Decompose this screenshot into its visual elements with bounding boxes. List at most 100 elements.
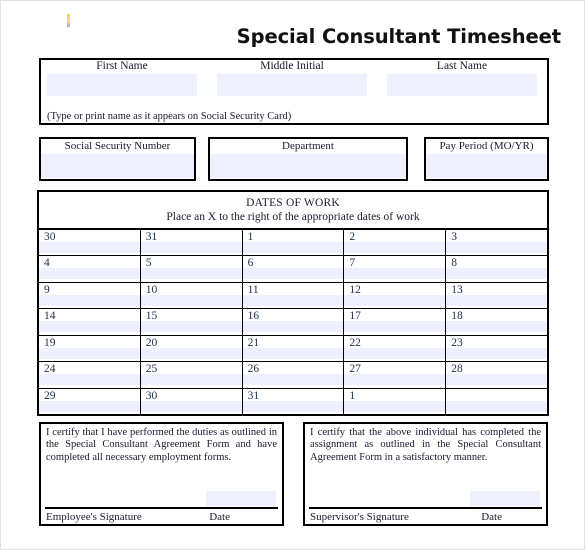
date-mark-input[interactable] bbox=[344, 242, 446, 253]
date-mark-input[interactable] bbox=[140, 242, 242, 253]
dates-grid-row: 24 25 26 27 28 bbox=[39, 362, 547, 389]
supervisor-signature-rule bbox=[309, 507, 542, 509]
date-mark-input[interactable] bbox=[344, 374, 446, 386]
dates-grid-cell[interactable]: 10 bbox=[140, 282, 243, 309]
dates-grid-row: 29 30 31 1 bbox=[39, 388, 547, 414]
employee-signature-rule bbox=[45, 507, 278, 509]
social-security-number-label: Social Security Number bbox=[64, 140, 171, 152]
date-mark-input[interactable] bbox=[242, 268, 344, 280]
date-mark-input[interactable] bbox=[39, 321, 140, 333]
date-mark-input[interactable] bbox=[446, 347, 547, 359]
dates-grid-cell[interactable]: 26 bbox=[242, 362, 345, 388]
first-name-input[interactable] bbox=[47, 74, 197, 96]
date-mark-input[interactable] bbox=[446, 321, 547, 333]
last-name-cell: Last Name bbox=[387, 60, 537, 96]
date-mark-input[interactable] bbox=[140, 268, 242, 280]
social-security-number-input[interactable] bbox=[41, 154, 194, 178]
supervisor-signature-label: Supervisor's Signature bbox=[310, 511, 409, 523]
dates-grid-cell[interactable]: 24 bbox=[39, 362, 141, 388]
dates-grid-cell[interactable]: 15 bbox=[140, 309, 243, 335]
dates-grid-cell[interactable] bbox=[446, 388, 547, 414]
dates-grid-cell[interactable]: 16 bbox=[242, 309, 345, 335]
date-mark-input[interactable] bbox=[344, 400, 446, 412]
dates-grid-cell[interactable]: 1 bbox=[242, 230, 345, 256]
date-mark-input[interactable] bbox=[39, 347, 140, 359]
date-mark-input[interactable] bbox=[446, 400, 547, 412]
dates-grid-cell[interactable]: 31 bbox=[140, 230, 243, 256]
date-mark-input[interactable] bbox=[242, 374, 344, 386]
date-mark-input[interactable] bbox=[344, 347, 446, 359]
pay-period-box: Pay Period (MO/YR) bbox=[424, 137, 549, 181]
dates-grid-cell[interactable]: 2 bbox=[344, 230, 447, 256]
employee-certification-box: I certify that I have performed the duti… bbox=[39, 422, 284, 526]
date-mark-input[interactable] bbox=[140, 374, 242, 386]
dates-grid-cell[interactable]: 17 bbox=[344, 309, 447, 335]
dates-grid-cell[interactable]: 1 bbox=[344, 388, 447, 414]
dates-grid-cell[interactable]: 21 bbox=[242, 335, 345, 362]
dates-grid-cell[interactable]: 13 bbox=[446, 282, 547, 309]
date-mark-input[interactable] bbox=[140, 294, 242, 306]
date-mark-input[interactable] bbox=[140, 400, 242, 412]
dates-grid-cell[interactable]: 30 bbox=[140, 388, 243, 414]
employee-date-label: Date bbox=[209, 511, 230, 523]
dates-grid-cell[interactable]: 9 bbox=[39, 282, 141, 309]
date-mark-input[interactable] bbox=[344, 268, 446, 280]
pay-period-input[interactable] bbox=[426, 154, 547, 178]
dates-grid-cell[interactable]: 6 bbox=[242, 256, 345, 282]
dates-grid-cell[interactable]: 4 bbox=[39, 256, 141, 282]
middle-initial-label: Middle Initial bbox=[260, 60, 324, 72]
date-mark-input[interactable] bbox=[39, 294, 140, 306]
date-mark-input[interactable] bbox=[242, 400, 344, 412]
first-name-cell: First Name bbox=[47, 60, 197, 96]
dates-grid-row: 30 31 1 2 3 bbox=[39, 230, 547, 257]
date-mark-input[interactable] bbox=[446, 242, 547, 253]
date-mark-input[interactable] bbox=[344, 294, 446, 306]
date-mark-input[interactable] bbox=[39, 242, 140, 253]
first-name-label: First Name bbox=[96, 60, 148, 72]
employee-date-input[interactable] bbox=[206, 491, 276, 506]
dates-grid-cell[interactable]: 14 bbox=[39, 309, 141, 335]
date-mark-input[interactable] bbox=[446, 294, 547, 306]
dates-grid-cell[interactable]: 23 bbox=[446, 335, 547, 362]
dates-grid-cell[interactable]: 29 bbox=[39, 388, 141, 414]
date-mark-input[interactable] bbox=[242, 347, 344, 359]
date-mark-input[interactable] bbox=[446, 374, 547, 386]
dates-of-work-grid: 30 31 1 2 3 4 5 6 7 8 9 10 11 12 13 14 15 16 17 18 19 20 21 22 2… bbox=[37, 230, 549, 416]
supervisor-date-input[interactable] bbox=[470, 491, 540, 506]
date-mark-input[interactable] bbox=[242, 294, 344, 306]
pay-period-label: Pay Period (MO/YR) bbox=[439, 140, 534, 152]
date-mark-input[interactable] bbox=[344, 321, 446, 333]
dates-grid-cell[interactable]: 20 bbox=[140, 335, 243, 362]
dates-grid-cell[interactable]: 28 bbox=[446, 362, 547, 388]
dates-grid-cell[interactable]: 31 bbox=[242, 388, 345, 414]
date-mark-input[interactable] bbox=[242, 242, 344, 253]
dates-of-work-header: DATES OF WORK Place an X to the right of… bbox=[37, 190, 549, 230]
date-mark-input[interactable] bbox=[39, 374, 140, 386]
date-mark-input[interactable] bbox=[242, 321, 344, 333]
date-mark-input[interactable] bbox=[446, 268, 547, 280]
department-input[interactable] bbox=[210, 154, 406, 178]
date-mark-input[interactable] bbox=[140, 321, 242, 333]
dates-grid-cell[interactable]: 11 bbox=[242, 282, 345, 309]
last-name-input[interactable] bbox=[387, 74, 537, 96]
dates-grid-cell[interactable]: 27 bbox=[344, 362, 447, 388]
dates-grid-cell[interactable]: 3 bbox=[446, 230, 547, 256]
employee-signature-label: Employee's Signature bbox=[46, 511, 142, 523]
dates-grid-cell[interactable]: 18 bbox=[446, 309, 547, 335]
date-mark-input[interactable] bbox=[39, 400, 140, 412]
dates-grid-cell[interactable]: 12 bbox=[344, 282, 447, 309]
supervisor-certification-text: I certify that the above individual has … bbox=[310, 427, 541, 463]
dates-grid-cell[interactable]: 5 bbox=[140, 256, 243, 282]
dates-grid-cell[interactable]: 8 bbox=[446, 256, 547, 282]
date-mark-input[interactable] bbox=[39, 268, 140, 280]
dates-grid-cell[interactable]: 25 bbox=[140, 362, 243, 388]
department-label: Department bbox=[282, 140, 334, 152]
dates-grid-row: 14 15 16 17 18 bbox=[39, 309, 547, 336]
dates-of-work-heading: DATES OF WORK bbox=[246, 196, 340, 209]
dates-grid-cell[interactable]: 7 bbox=[344, 256, 447, 282]
dates-grid-cell[interactable]: 30 bbox=[39, 230, 141, 256]
date-mark-input[interactable] bbox=[140, 347, 242, 359]
dates-grid-cell[interactable]: 22 bbox=[344, 335, 447, 362]
middle-initial-input[interactable] bbox=[217, 74, 367, 96]
dates-grid-cell[interactable]: 19 bbox=[39, 335, 141, 362]
